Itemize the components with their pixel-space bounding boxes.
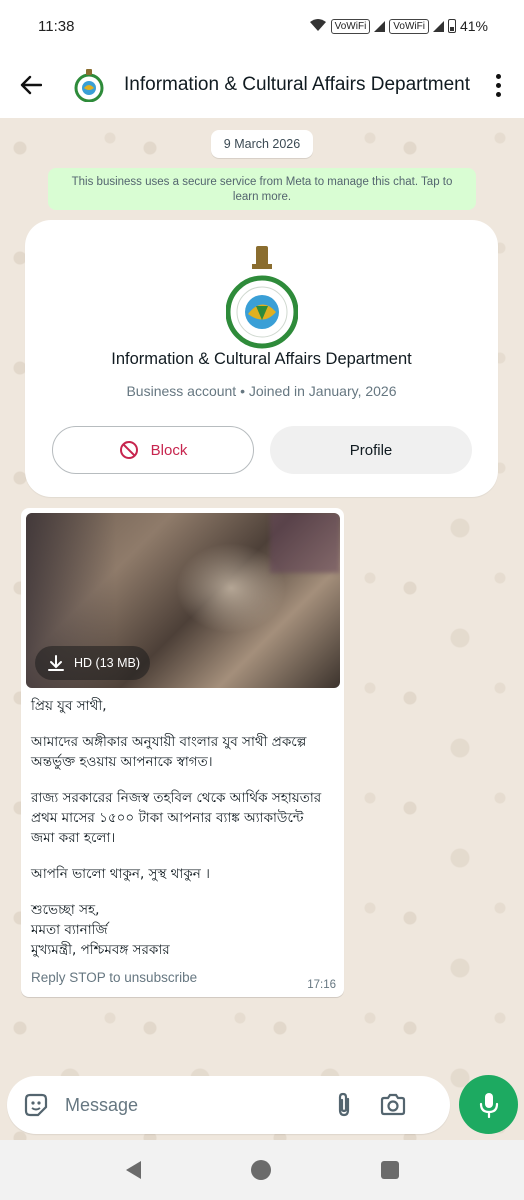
unsubscribe-footer: Reply STOP to unsubscribe [31, 970, 198, 985]
status-time: 11:38 [38, 17, 75, 35]
wifi-icon [309, 18, 327, 35]
camera-icon[interactable] [379, 1091, 407, 1119]
message-input[interactable] [65, 1094, 325, 1116]
chat-title[interactable]: Information & Cultural Affairs Departmen… [124, 74, 470, 96]
vowifi-badge-2: VoWiFi [389, 18, 429, 34]
business-name: Information & Cultural Affairs Departmen… [111, 350, 412, 368]
profile-button[interactable]: Profile [270, 426, 472, 474]
vowifi-badge-1: VoWiFi [330, 18, 371, 34]
battery-percent: 41% [459, 18, 488, 34]
signal-icon-2 [432, 20, 444, 32]
message-signoff-2: মমতা ব্যানার্জি [31, 922, 108, 938]
message-paragraph-3: আপনি ভালো থাকুন, সুস্থ থাকুন । [31, 866, 210, 882]
nav-home-icon[interactable] [250, 1160, 271, 1180]
block-icon [119, 441, 138, 459]
emblem-icon [74, 69, 104, 103]
voice-record-button[interactable] [459, 1075, 518, 1134]
message-signoff-1: শুভেচ্ছা সহ, [31, 902, 100, 918]
signal-icon-1 [374, 20, 386, 32]
business-emblem [225, 242, 299, 362]
nav-recents-icon[interactable] [380, 1161, 399, 1179]
message-paragraph-1: আমাদের অঙ্গীকার অনুযায়ী বাংলার যুব সাথী… [31, 734, 307, 770]
encryption-notice[interactable]: This business uses a secure service from… [48, 168, 476, 210]
contact-avatar[interactable] [72, 68, 106, 103]
block-button[interactable]: Block [52, 426, 254, 474]
status-bar: 11:38 VoWiFi VoWiFi 41% [0, 0, 524, 52]
download-icon [48, 655, 64, 671]
business-subtitle: Business account • Joined in January, 20… [126, 383, 397, 399]
download-button[interactable]: HD (13 MB) [35, 646, 150, 680]
back-arrow-icon[interactable] [16, 70, 46, 100]
emblem-logo-icon [225, 246, 299, 349]
incoming-message[interactable]: HD (13 MB) প্রিয় যুব সাথী, আমাদের অঙ্গী… [21, 508, 344, 997]
sticker-icon[interactable] [22, 1091, 50, 1119]
mic-icon [479, 1092, 498, 1118]
message-time: 17:16 [307, 979, 336, 991]
video-thumbnail[interactable]: HD (13 MB) [26, 513, 340, 688]
block-label: Block [150, 441, 188, 459]
message-signoff-3: মুখ্যমন্ত্রী, পশ্চিমবঙ্গ সরকার [31, 942, 170, 958]
chat-header: Information & Cultural Affairs Departmen… [0, 52, 524, 118]
message-paragraph-2: রাজ্য সরকারের নিজস্ব তহবিল থেকে আর্থিক স… [31, 790, 322, 846]
download-size: HD (13 MB) [74, 656, 140, 670]
message-body: প্রিয় যুব সাথী, আমাদের অঙ্গীকার অনুযায়… [31, 696, 331, 960]
message-composer [7, 1076, 450, 1134]
system-navigation-bar [0, 1140, 524, 1200]
battery-icon [447, 19, 456, 33]
status-icons: VoWiFi VoWiFi 41% [309, 18, 488, 35]
more-options-icon[interactable] [494, 73, 502, 97]
business-info-card: Information & Cultural Affairs Departmen… [25, 220, 498, 497]
profile-label: Profile [349, 441, 393, 459]
attach-paperclip-icon[interactable] [331, 1091, 357, 1119]
message-greeting: প্রিয় যুব সাথী, [31, 698, 107, 714]
date-separator: 9 March 2026 [211, 130, 313, 158]
nav-back-icon[interactable] [125, 1161, 141, 1179]
